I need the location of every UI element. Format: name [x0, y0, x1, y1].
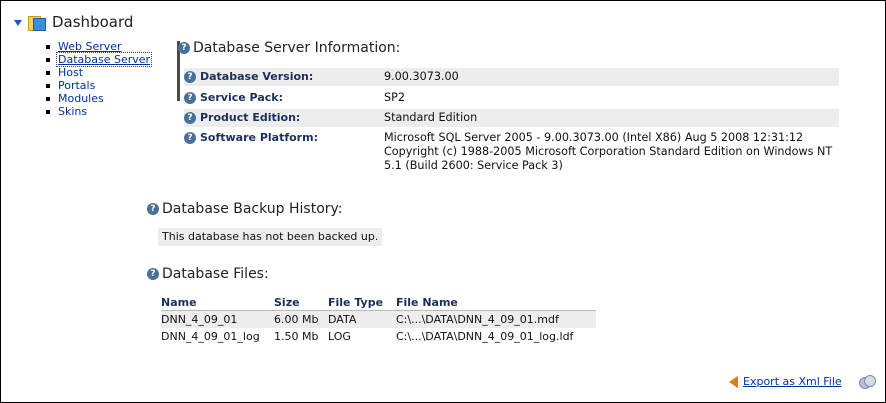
info-value: Standard Edition [384, 111, 478, 124]
caret-down-icon[interactable] [14, 20, 22, 26]
database-icon[interactable] [859, 375, 876, 389]
table-cell: C:\...\DATA\DNN_4_09_01_log.ldf [396, 330, 574, 343]
bullet-icon [46, 83, 50, 88]
dashboard-header[interactable]: Dashboard [14, 11, 133, 33]
info-row-software-platform: ? Software Platform: Microsoft SQL Server… [184, 129, 839, 177]
info-row-service-pack: ? Service Pack: SP2 [184, 89, 839, 107]
info-label: Database Version: [200, 70, 314, 83]
info-row-product-edition: ? Product Edition: Standard Edition [184, 109, 839, 127]
server-info-heading: ? Database Server Information: [178, 40, 400, 56]
help-icon[interactable]: ? [178, 42, 190, 54]
table-header-row: Name Size File Type File Name [161, 294, 596, 311]
sidebar-item-label[interactable]: Modules [58, 92, 104, 105]
info-value: SP2 [384, 91, 405, 104]
sidebar-nav: Web Server Database Server Host Portals … [46, 40, 153, 118]
help-icon[interactable]: ? [147, 203, 159, 215]
sidebar-item-skins[interactable]: Skins [46, 105, 152, 118]
sidebar-item-host[interactable]: Host [46, 66, 152, 79]
info-label: Software Platform: [200, 131, 318, 144]
database-files-table: Name Size File Type File Name DNN_4_09_0… [161, 294, 596, 345]
table-cell: LOG [328, 330, 351, 343]
server-info-title: Database Server Information: [193, 40, 401, 56]
sidebar-item-label[interactable]: Database Server [56, 52, 153, 67]
bullet-icon [46, 109, 50, 114]
help-icon[interactable]: ? [184, 70, 196, 83]
table-cell: DNN_4_09_01 [161, 310, 274, 328]
backup-title: Database Backup History: [162, 201, 343, 217]
sidebar-item-portals[interactable]: Portals [46, 79, 152, 92]
column-header: File Name [396, 295, 458, 309]
table-cell: DATA [328, 310, 396, 328]
bullet-icon [46, 96, 50, 101]
backup-heading: ? Database Backup History: [147, 201, 343, 217]
info-label: Product Edition: [200, 111, 301, 124]
sidebar-item-database-server[interactable]: Database Server [46, 52, 153, 67]
bullet-icon [46, 57, 50, 62]
help-icon[interactable]: ? [184, 131, 196, 144]
info-value: Microsoft SQL Server 2005 - 9.00.3073.00… [384, 131, 833, 172]
folder-icon [28, 15, 46, 31]
help-icon[interactable]: ? [184, 111, 196, 124]
table-row: DNN_4_09_01 6.00 Mb DATA C:\...\DATA\DNN… [161, 310, 596, 328]
backup-message: This database has not been backed up. [158, 228, 383, 246]
table-cell: DNN_4_09_01_log [161, 330, 260, 343]
help-icon[interactable]: ? [184, 91, 196, 104]
dashboard-panel: Dashboard Web Server Database Server Hos… [0, 0, 886, 403]
arrow-left-icon [729, 375, 738, 388]
bullet-icon [46, 70, 50, 75]
sidebar-item-label[interactable]: Portals [58, 79, 95, 92]
info-value: 9.00.3073.00 [384, 70, 459, 83]
sidebar-item-modules[interactable]: Modules [46, 92, 152, 105]
export-xml-link[interactable]: Export as Xml File [743, 375, 842, 388]
column-header: File Type [328, 295, 384, 309]
table-cell: 6.00 Mb [274, 310, 328, 328]
files-heading: ? Database Files: [147, 266, 269, 282]
info-label: Service Pack: [200, 91, 283, 104]
sidebar-item-label[interactable]: Skins [58, 105, 87, 118]
sidebar-item-label[interactable]: Host [58, 66, 83, 79]
table-cell: C:\...\DATA\DNN_4_09_01.mdf [396, 310, 596, 328]
column-header: Name [161, 295, 197, 309]
table-row: DNN_4_09_01_log 1.50 Mb LOG C:\...\DATA\… [161, 328, 596, 345]
dashboard-title: Dashboard [52, 13, 134, 31]
info-row-database-version: ? Database Version: 9.00.3073.00 [184, 68, 839, 86]
bullet-icon [46, 44, 50, 49]
help-icon[interactable]: ? [147, 268, 159, 280]
column-header: Size [274, 295, 300, 309]
export-xml[interactable]: Export as Xml File [729, 375, 842, 388]
files-title: Database Files: [162, 266, 269, 282]
table-cell: 1.50 Mb [274, 330, 319, 343]
